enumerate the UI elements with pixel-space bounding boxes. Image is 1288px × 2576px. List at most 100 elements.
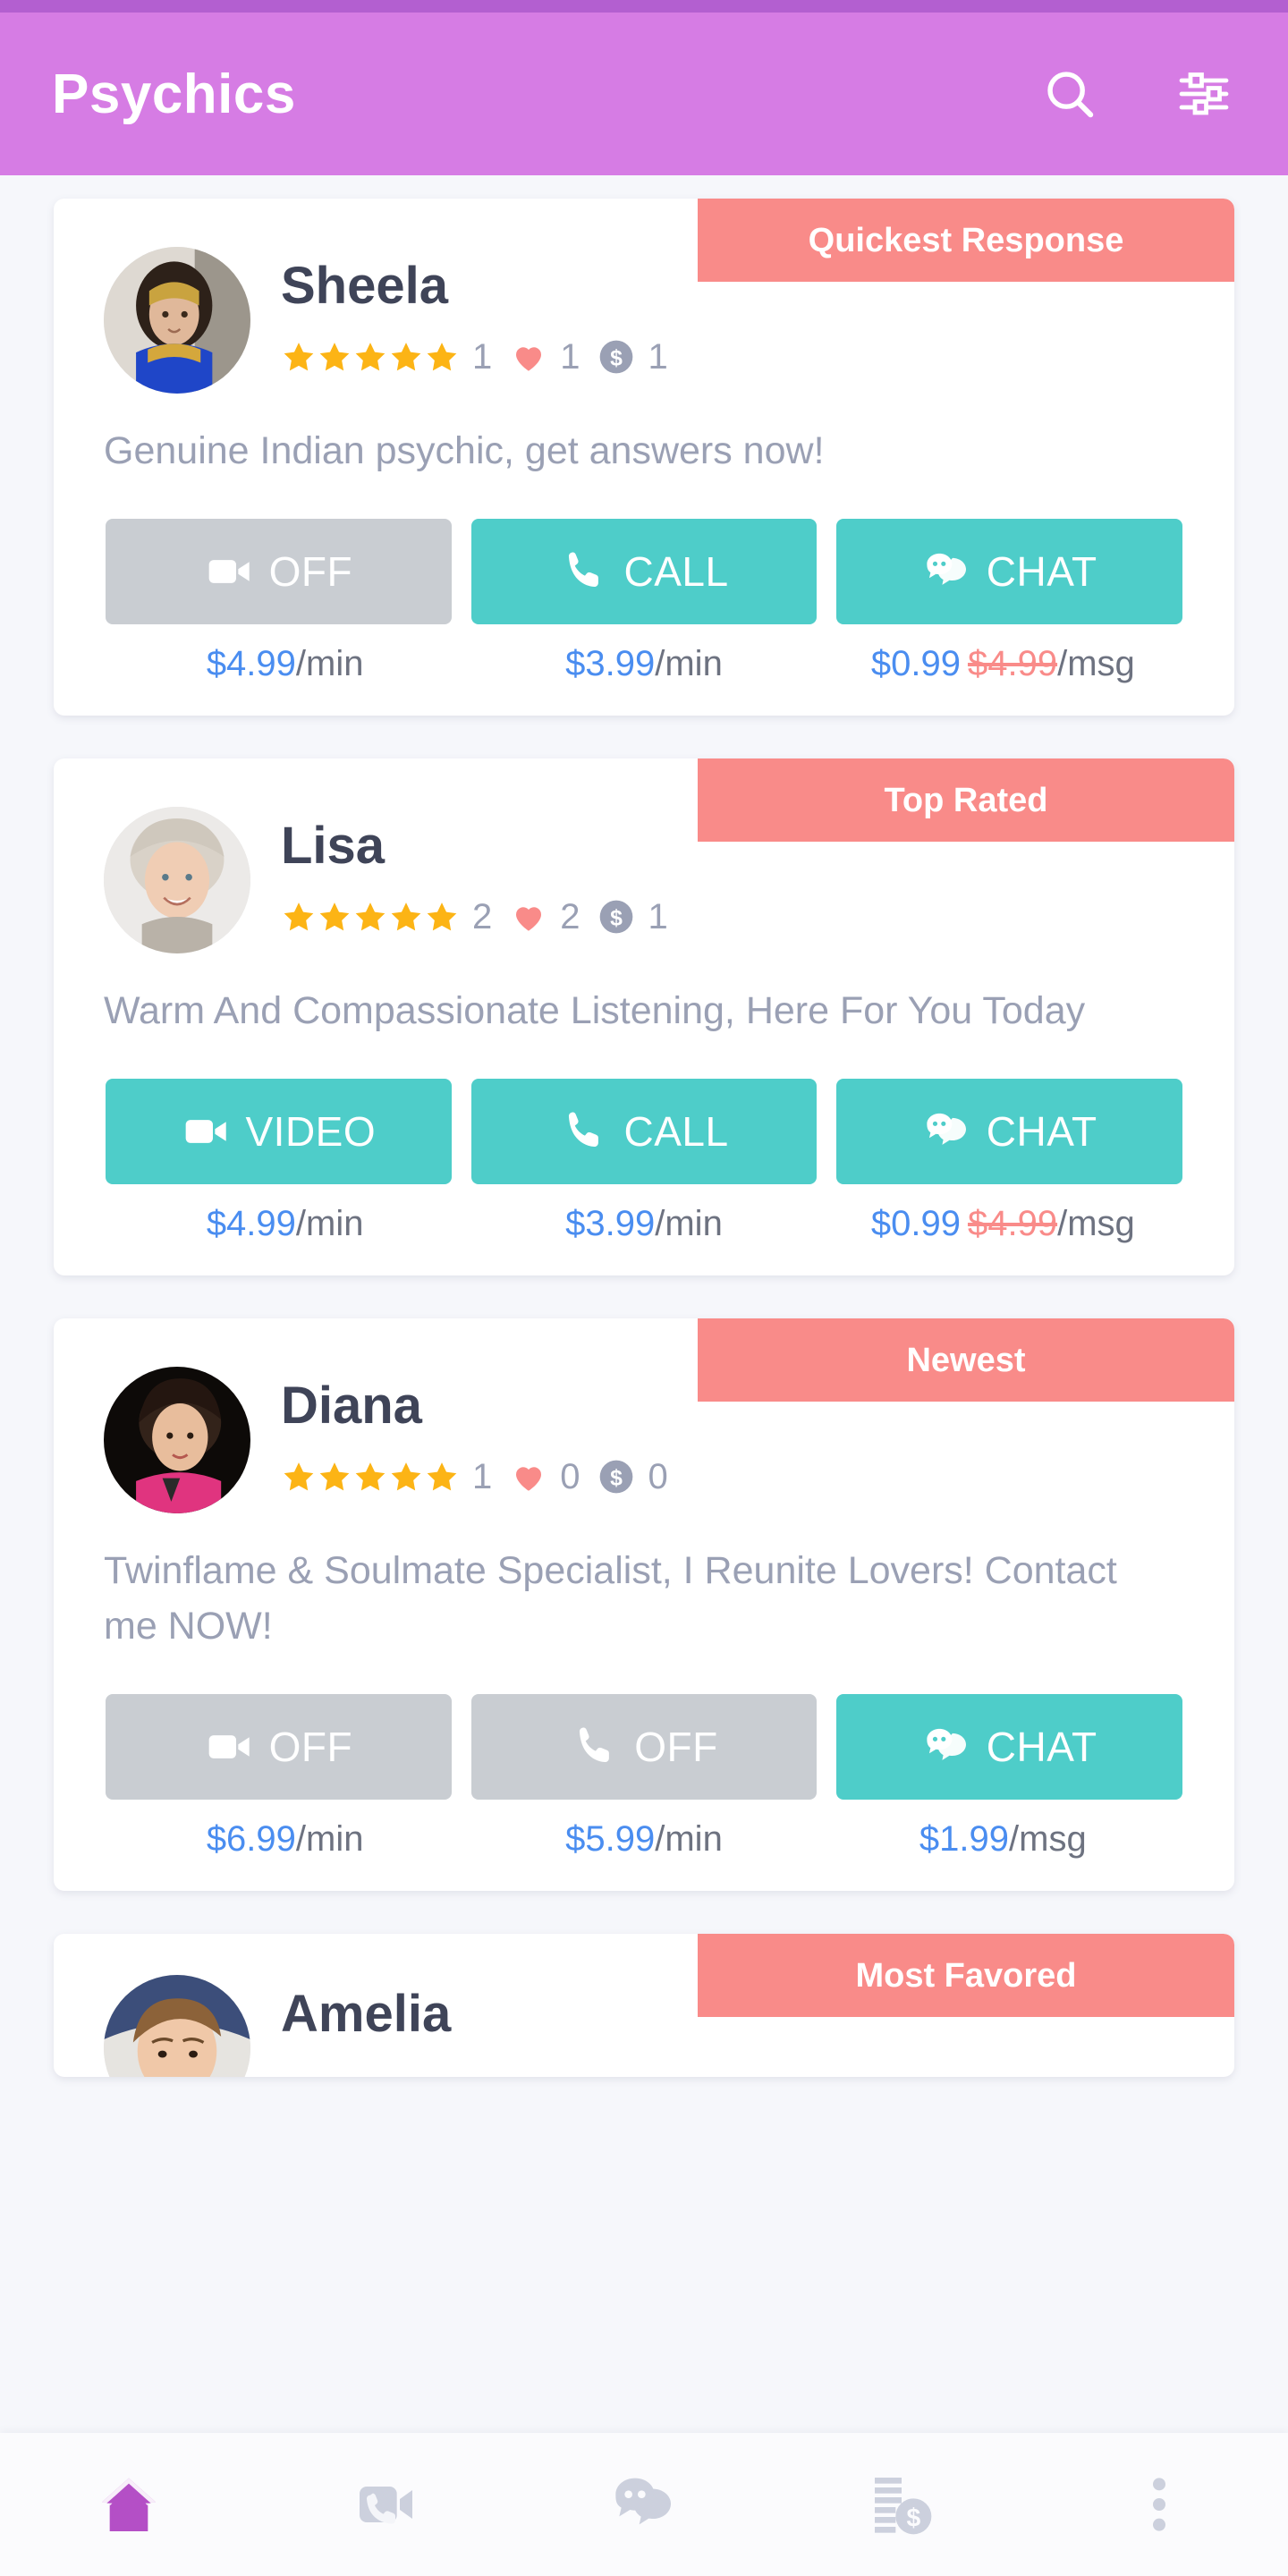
video-price: $6.99/min: [106, 1819, 464, 1859]
video-action-label: VIDEO: [245, 1107, 377, 1155]
video-action-label: OFF: [268, 1723, 353, 1770]
nav-item-chat[interactable]: [515, 2433, 773, 2576]
call-action-button[interactable]: CALL: [470, 518, 818, 624]
card-header: Lisa 2 2 $ 1: [54, 758, 1234, 953]
call-price-unit: /min: [655, 643, 723, 683]
star-icon: [319, 1462, 350, 1491]
video-action-button[interactable]: OFF: [106, 518, 452, 624]
star-icon: [284, 902, 314, 931]
video-camera-icon: [208, 560, 250, 583]
video-price-unit: /min: [295, 1203, 364, 1243]
video-price-unit: /min: [295, 643, 364, 683]
card-header-text: Lisa 2 2 $ 1: [250, 807, 681, 936]
psychic-bio: Warm And Compassionate Listening, Here F…: [104, 988, 1086, 1032]
app-root: Psychics Quickest Response Sheela 1 1 $ …: [0, 0, 1288, 2576]
psychic-stats: 2 2 $ 1: [281, 897, 681, 936]
call-price: $3.99/min: [464, 644, 823, 683]
nav-item-billing[interactable]: $: [773, 2433, 1030, 2576]
chat-action-button[interactable]: CHAT: [836, 1078, 1183, 1184]
star-icon: [284, 343, 314, 371]
dollar-badge-icon: $: [599, 340, 632, 374]
chat-price: $0.99 $4.99/msg: [824, 1204, 1182, 1243]
phone-icon: [580, 1727, 610, 1762]
price-row: $6.99/min $5.99/min $1.99/msg: [54, 1800, 1234, 1859]
chat-price-unit: /msg: [1057, 1203, 1135, 1243]
call-price: $5.99/min: [464, 1819, 823, 1859]
heart-icon: [516, 347, 542, 371]
earnings-count: 1: [648, 896, 668, 936]
chat-action-label: CHAT: [986, 1723, 1097, 1770]
avatar[interactable]: [104, 247, 250, 394]
chat-bubbles-icon: [927, 1113, 966, 1145]
psychic-card[interactable]: Most Favored Amelia: [54, 1933, 1234, 2077]
call-price-amount: $5.99: [565, 1818, 656, 1859]
psychic-stats: 1 1 $ 1: [281, 337, 681, 377]
chat-bubbles-icon: [927, 553, 966, 585]
star-icon: [355, 902, 386, 931]
star-icon: [427, 1462, 457, 1491]
avatar[interactable]: [104, 806, 250, 953]
psychic-card[interactable]: Quickest Response Sheela 1 1 $ 1 Genuine…: [54, 199, 1234, 716]
psychic-name: Lisa: [281, 816, 386, 875]
call-action-label: CALL: [623, 547, 729, 595]
earnings-count: 0: [648, 1456, 668, 1496]
chat-action-button[interactable]: CHAT: [836, 1693, 1183, 1800]
card-header: Diana 1 0 $ 0: [54, 1318, 1234, 1513]
heart-icon: [516, 907, 542, 931]
video-action-button[interactable]: OFF: [106, 1693, 452, 1800]
video-price: $4.99/min: [106, 1204, 464, 1243]
chat-price: $1.99/msg: [824, 1819, 1182, 1859]
psychic-stats: 1 0 $ 0: [281, 1457, 681, 1496]
avatar-image: [104, 1366, 250, 1513]
app-bar-actions: [1036, 60, 1238, 128]
home-icon: [102, 2478, 156, 2531]
call-action-button[interactable]: CALL: [470, 1078, 818, 1184]
call-price-amount: $3.99: [565, 1203, 656, 1243]
star-icon: [319, 343, 350, 371]
video-price-amount: $4.99: [206, 1203, 296, 1243]
svg-text:$: $: [610, 346, 623, 370]
psychic-bio: Twinflame & Soulmate Specialist, I Reuni…: [104, 1548, 1117, 1648]
star-icon: [355, 1462, 386, 1491]
call-action-button[interactable]: OFF: [470, 1693, 818, 1800]
nav-item-home[interactable]: [0, 2433, 258, 2576]
avatar[interactable]: [104, 1974, 250, 2077]
psychic-card[interactable]: Newest Diana 1 0 $ 0 Twinflame & Soulmat…: [54, 1318, 1234, 1891]
price-row: $4.99/min $3.99/min $0.99 $4.99/msg: [54, 624, 1234, 683]
chat-icon: [615, 2478, 671, 2525]
search-icon: [1047, 72, 1094, 118]
dollar-badge-icon: $: [599, 1460, 632, 1494]
call-price-amount: $3.99: [565, 643, 656, 683]
star-icon: [319, 902, 350, 931]
search-button[interactable]: [1036, 60, 1104, 128]
video-action-button[interactable]: VIDEO: [106, 1078, 452, 1184]
chat-price-old: $4.99: [967, 1203, 1058, 1243]
avatar[interactable]: [104, 1366, 250, 1513]
action-buttons: VIDEO CALL CHAT: [54, 1039, 1234, 1184]
avatar-image: [104, 806, 250, 953]
chat-action-button[interactable]: CHAT: [836, 518, 1183, 624]
filter-button[interactable]: [1170, 60, 1238, 128]
call-action-label: CALL: [623, 1107, 729, 1155]
chat-price-unit: /msg: [1057, 643, 1135, 683]
call-price-unit: /min: [655, 1818, 723, 1859]
card-header-text: Diana 1 0 $ 0: [250, 1367, 681, 1496]
chat-action-label: CHAT: [986, 547, 1097, 595]
dollar-badge-icon: $: [599, 900, 632, 934]
psychic-list[interactable]: Quickest Response Sheela 1 1 $ 1 Genuine…: [0, 175, 1288, 2077]
video-camera-icon: [208, 1734, 250, 1758]
review-count: 1: [472, 1456, 493, 1496]
call-price: $3.99/min: [464, 1204, 823, 1243]
psychic-name: Sheela: [281, 257, 448, 315]
nav-item-video-call[interactable]: [258, 2433, 515, 2576]
video-price-unit: /min: [295, 1818, 364, 1859]
card-header: Sheela 1 1 $ 1: [54, 199, 1234, 394]
phone-icon: [569, 1112, 599, 1147]
psychic-bio: Genuine Indian psychic, get answers now!: [104, 429, 825, 472]
psychic-card[interactable]: Top Rated Lisa 2 2 $ 1 Warm And Compassi…: [54, 758, 1234, 1275]
svg-text:$: $: [610, 906, 623, 930]
chat-price: $0.99 $4.99/msg: [824, 644, 1182, 683]
review-count: 1: [472, 336, 493, 377]
nav-item-more[interactable]: [1030, 2433, 1288, 2576]
chat-price-amount: $0.99: [870, 1203, 961, 1243]
